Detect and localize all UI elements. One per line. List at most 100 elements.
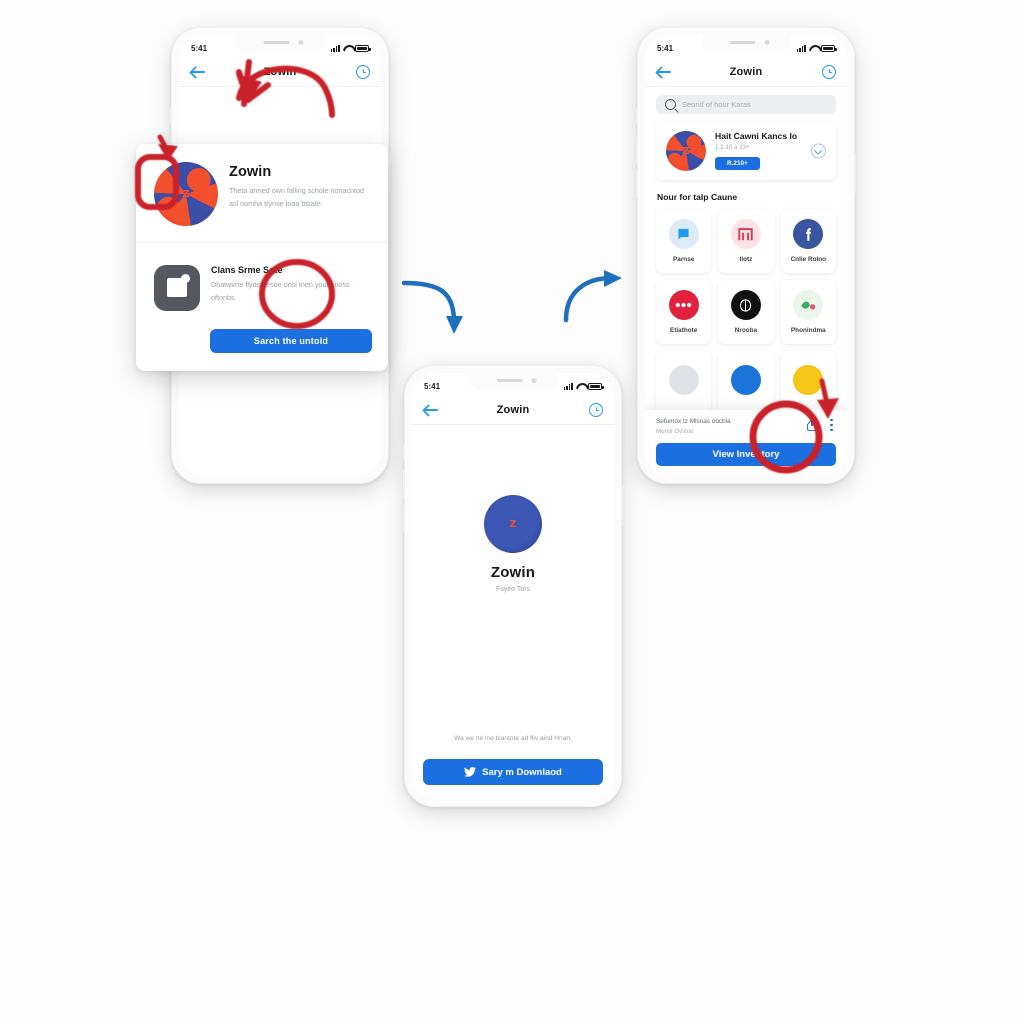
sheet-action-text: Clans Srme Sote Dhatwvrte flyost fesoe o…	[211, 261, 351, 304]
back-arrow-icon[interactable]	[423, 404, 440, 417]
app-tile[interactable]: Nrooba	[718, 280, 774, 344]
blue-circle-icon	[730, 364, 761, 395]
more-dots-icon[interactable]	[830, 419, 833, 431]
sheet-app-title: Zowin	[229, 164, 272, 180]
save-document-icon	[154, 265, 200, 311]
sheet-app-description: Theta armed own falling schole nonacntod…	[229, 186, 365, 208]
phone-power-button	[388, 153, 390, 193]
twitter-bird-icon	[464, 767, 477, 777]
green-pink-leaf-icon	[793, 290, 824, 320]
app-tile[interactable]: Ilotz	[718, 209, 774, 273]
info-circle-icon[interactable]	[356, 65, 370, 79]
status-bar: 5:41	[412, 373, 614, 396]
search-input[interactable]: Seond of hour Karas	[656, 95, 836, 114]
black-arc-icon	[730, 290, 761, 320]
status-indicators	[563, 382, 604, 390]
sheet-action-row[interactable]: Clans Srme Sote Dhatwvrte flyost fesoe o…	[136, 242, 388, 327]
zowin-logo: Z	[154, 162, 218, 226]
search-icon	[665, 99, 676, 110]
sheet-action-description: Dhatwvrte flyost fesoe onsl tnen your sn…	[211, 280, 350, 302]
wifi-icon	[576, 383, 585, 390]
app-tile[interactable]: Etiathote	[656, 280, 712, 344]
zowin-logo: Z	[666, 131, 706, 171]
clock-circle-icon[interactable]	[822, 65, 836, 79]
app-tile[interactable]	[718, 351, 774, 415]
phone-volume-up-button	[636, 136, 638, 164]
sheet-app-text: Zowin Theta armed own falling schole non…	[229, 162, 369, 210]
search-placeholder: Seond of hour Karas	[682, 100, 751, 109]
footer-note: Wa we ne lne biantote ad fliv aind Hnan.	[454, 735, 572, 743]
page-title: Zowin	[729, 66, 763, 78]
download-button-label: Sary m Downlaod	[482, 766, 562, 778]
status-bar: 5:41	[179, 35, 381, 58]
page-title: Zowin	[496, 404, 530, 416]
red-gate-icon	[730, 219, 761, 249]
status-time: 5:41	[424, 381, 441, 391]
app-tile-label: Parnse	[673, 256, 695, 263]
back-arrow-icon[interactable]	[190, 66, 207, 79]
blue-chat-icon	[668, 219, 699, 249]
wifi-icon	[343, 45, 352, 52]
phone-screen-right: 5:41 Zowin Seond of hour Karas Z Hait Ca…	[645, 35, 847, 476]
status-indicators	[330, 44, 371, 52]
zowin-logo: Z	[484, 495, 542, 553]
blue-flow-arrow-up-right	[563, 270, 622, 323]
battery-icon	[355, 44, 371, 52]
app-tile-label: Ilotz	[739, 256, 753, 263]
phone-power-button	[854, 153, 856, 193]
diagram-canvas: 5:41 Zowin Z Zowin Theta armed own falli…	[0, 0, 1024, 1024]
app-tile[interactable]	[780, 351, 836, 415]
bottom-action-bar: Sefumox tz Mlsnas oocbla Monsl Gvsloo Vi…	[645, 410, 847, 476]
promo-title: Hait Cawni Kancs lo	[715, 131, 798, 141]
phone-volume-down-button	[403, 504, 405, 532]
facebook-f-icon	[793, 219, 824, 249]
promo-card[interactable]: Z Hait Cawni Kancs lo 1.2.10.a 23+ R.210…	[656, 122, 836, 180]
phone-power-button	[621, 486, 623, 526]
wifi-icon	[809, 45, 818, 52]
nav-bar: Zowin	[645, 58, 847, 87]
app-tile[interactable]: Cnlie Rolno	[780, 209, 836, 273]
yellow-circle-icon	[793, 364, 824, 395]
phone-mute-button	[170, 108, 172, 124]
grey-circle-icon	[668, 364, 699, 395]
download-button[interactable]: Sary m Downlaod	[423, 759, 603, 785]
chevron-circle-icon[interactable]	[811, 143, 826, 159]
app-tile-label: Cnlie Rolno	[790, 256, 827, 263]
promo-install-button[interactable]: R.210+	[715, 157, 760, 170]
app-tile-label: Etiathote	[669, 327, 698, 334]
promo-meta: 1.2.10.a 23+	[715, 144, 750, 151]
sheet-action-title: Clans Srme Sote	[211, 265, 283, 275]
phone-mute-button	[403, 444, 405, 460]
app-tile[interactable]: Parnse	[656, 209, 712, 273]
app-tagline: Fsyeo Tors	[495, 586, 531, 593]
app-tile[interactable]: Phonindma	[780, 280, 836, 344]
share-icon[interactable]	[807, 418, 818, 431]
cellular-signal-icon	[796, 44, 806, 52]
phone-volume-up-button	[403, 470, 405, 498]
back-arrow-icon[interactable]	[656, 66, 673, 79]
sheet-cta-button[interactable]: Sarch the untold	[210, 329, 372, 353]
history-clock-icon[interactable]	[589, 403, 603, 417]
page-title: Zowin	[263, 66, 297, 78]
phone-mute-button	[636, 108, 638, 124]
cellular-signal-icon	[563, 382, 573, 390]
bottom-bar-icons	[807, 418, 833, 431]
phone-mockup-middle: 5:41 Zowin Z Zowin Fsyeo Tors Wa we ne l…	[403, 365, 623, 807]
share-sheet-card: Z Zowin Theta armed own falling schole n…	[136, 144, 388, 371]
app-tile[interactable]	[656, 351, 712, 415]
status-indicators	[796, 44, 837, 52]
nav-bar: Zowin	[412, 396, 614, 425]
phone-volume-down-button	[636, 170, 638, 198]
phone-mockup-right: 5:41 Zowin Seond of hour Karas Z Hait Ca…	[636, 27, 856, 484]
app-tile-label: Phonindma	[790, 327, 826, 334]
status-bar: 5:41	[645, 35, 847, 58]
battery-icon	[588, 382, 604, 390]
app-name: Zowin	[490, 564, 536, 581]
screen-content-right: Seond of hour Karas Z Hait Cawni Kancs l…	[645, 87, 847, 476]
red-dots-icon	[668, 290, 699, 320]
app-tile-grid: Parnse Ilotz Cnlie Rolno Etiathote Nroob…	[645, 209, 847, 415]
promo-text: Hait Cawni Kancs lo 1.2.10.a 23+ R.210+	[715, 131, 797, 170]
view-inventory-button[interactable]: View Inventory	[656, 443, 836, 466]
sheet-app-row[interactable]: Z Zowin Theta armed own falling schole n…	[136, 144, 388, 242]
phone-screen-middle: 5:41 Zowin Z Zowin Fsyeo Tors Wa we ne l…	[412, 373, 614, 799]
